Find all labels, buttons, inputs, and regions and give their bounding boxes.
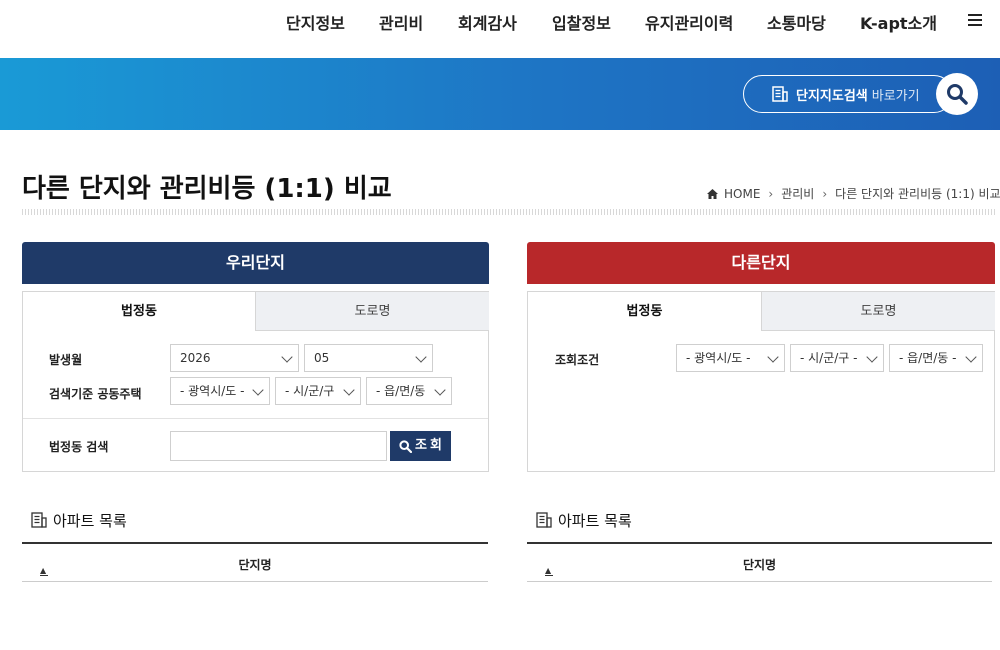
column-complex-name[interactable]: 단지명 [22,556,488,573]
chevron-down-icon [434,384,446,396]
home-icon [707,189,718,199]
chevron-down-icon [252,384,264,396]
map-search-label: 단지지도검색 [796,89,868,104]
other-complex-header: 다른단지 [527,242,995,284]
page-title: 다른 단지와 관리비등 (1:1) 비교 [22,174,392,204]
our-apartment-list-title: 아파트 목록 [31,510,127,531]
city-select[interactable]: - 시/군/구 - [790,344,884,372]
breadcrumb-home[interactable]: HOME [724,187,760,201]
title-divider [22,209,995,215]
breadcrumb-management-fee[interactable]: 관리비 [781,187,814,201]
month-select[interactable]: 05 [304,344,433,372]
search-icon [947,84,968,105]
top-nav: 단지정보 관리비 회계감사 입찰정보 유지관리이력 소통마당 K-apt소개 [0,0,1000,58]
list-icon [31,512,47,528]
chevron-right-icon: › [768,187,774,201]
our-complex-header: 우리단지 [22,242,489,284]
nav-item-accounting-audit[interactable]: 회계감사 [458,10,517,34]
breadcrumb-current: 다른 단지와 관리비등 (1:1) 비교 [835,187,1000,201]
dong-search-input[interactable] [170,431,387,461]
hamburger-menu-icon[interactable] [968,14,982,28]
other-apartment-list-title: 아파트 목록 [536,510,632,531]
chevron-down-icon [866,351,878,363]
our-complex-panel: 법정동 도로명 발생월 2026 05 검색기준 공동주택 - 광역시/도 - … [22,291,489,472]
tab-road-name[interactable]: 도로명 [761,292,995,331]
nav-item-community[interactable]: 소통마당 [767,10,826,34]
tab-road-name[interactable]: 도로명 [255,292,489,331]
nav-item-management-fee[interactable]: 관리비 [379,10,423,34]
year-select[interactable]: 2026 [170,344,299,372]
search-icon [399,440,412,453]
month-label: 발생월 [49,353,83,367]
query-button[interactable]: 조회 [390,431,451,461]
base-housing-label: 검색기준 공동주택 [49,387,142,401]
chevron-down-icon [415,351,427,363]
chevron-down-icon [281,351,293,363]
other-apartment-table: ▲ 단지명 [527,542,992,582]
chevron-down-icon [767,351,779,363]
our-tabs: 법정동 도로명 [23,292,489,331]
building-icon [772,86,788,102]
town-select[interactable]: - 읍/면/동 - [889,344,983,372]
panel-divider [23,418,488,419]
map-search-button[interactable]: 단지지도검색 바로가기 [743,75,953,113]
condition-label: 조회조건 [555,353,600,367]
province-select[interactable]: - 광역시/도 - [676,344,785,372]
dong-search-label: 법정동 검색 [49,440,109,454]
query-button-label: 조회 [415,438,445,453]
column-complex-name[interactable]: 단지명 [527,556,992,573]
chevron-down-icon [965,351,977,363]
other-tabs: 법정동 도로명 [528,292,995,331]
search-button[interactable] [936,73,978,115]
breadcrumb: HOME › 관리비 › 다른 단지와 관리비등 (1:1) 비교 [707,185,1000,202]
our-apartment-table: ▲ 단지명 [22,542,488,582]
tab-legal-dong[interactable]: 법정동 [528,292,761,331]
city-select[interactable]: - 시/군/구 [275,377,361,405]
top-banner: 단지지도검색 바로가기 [0,58,1000,130]
nav-item-about-kapt[interactable]: K-apt소개 [860,10,937,34]
chevron-right-icon: › [822,187,828,201]
map-search-sublabel: 바로가기 [871,89,920,104]
town-select[interactable]: - 읍/면/동 [366,377,452,405]
province-select[interactable]: - 광역시/도 - [170,377,270,405]
list-icon [536,512,552,528]
other-complex-panel: 법정동 도로명 조회조건 - 광역시/도 - - 시/군/구 - - 읍/면/동… [527,291,995,472]
nav-item-maintenance-history[interactable]: 유지관리이력 [645,10,733,34]
nav-item-bid-info[interactable]: 입찰정보 [552,10,611,34]
chevron-down-icon [343,384,355,396]
tab-legal-dong[interactable]: 법정동 [23,292,255,331]
nav-item-complex-info[interactable]: 단지정보 [286,10,345,34]
